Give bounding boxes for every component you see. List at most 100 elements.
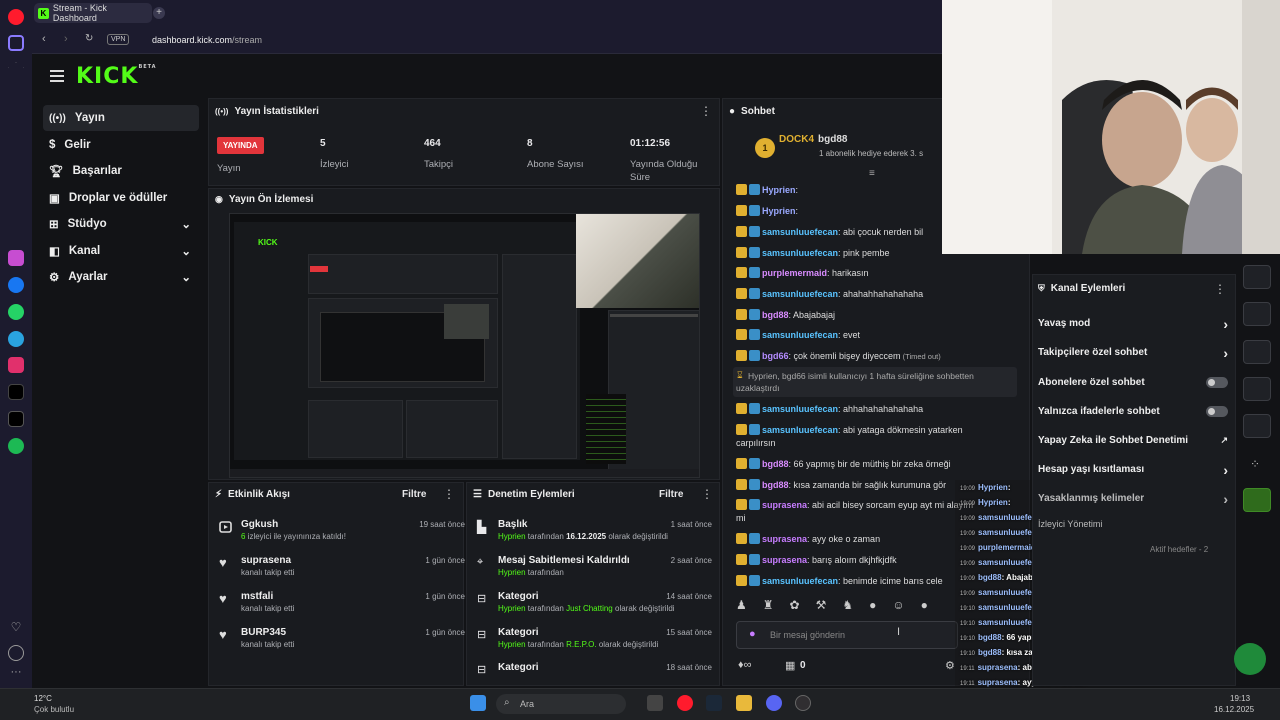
windows-start-icon[interactable] (470, 695, 486, 711)
chat-message[interactable]: suprasena: ayy oke o zaman (736, 533, 976, 546)
heart-icon[interactable]: ♡ (8, 620, 24, 636)
sidebar-item-studyo[interactable]: ⊞ Stüdyo ⌄ (43, 211, 199, 237)
chat-message[interactable]: bgd88: 66 yapmış bir de müthiş bir zeka … (736, 458, 976, 471)
collapse-icon[interactable]: ≡ (869, 168, 875, 179)
emotes-only-toggle[interactable] (1206, 406, 1228, 417)
wrench-icon[interactable] (1243, 414, 1271, 438)
subscribers-only-toggle[interactable] (1206, 377, 1228, 388)
tiktok-icon[interactable] (8, 384, 24, 400)
url-field[interactable]: dashboard.kick.com/stream (152, 35, 262, 45)
sidebar-item-ayarlar[interactable]: ⚙︎ Ayarlar ⌄ (43, 264, 199, 290)
chat-username[interactable]: samsunluuefecan (762, 576, 838, 586)
chat-username[interactable]: bgd88 (762, 310, 789, 320)
chat-username[interactable]: samsunluuefecan (762, 248, 838, 258)
opera-logo-icon[interactable] (8, 9, 24, 25)
chat-username[interactable]: bgd88 (762, 480, 789, 490)
chat-message[interactable]: bgd88: kısa zamanda bir sağlık kurumuna … (736, 479, 976, 492)
slow-mode-row[interactable]: Yavaş mod › (1038, 316, 1228, 332)
integrations-icon[interactable]: ⁘ (1250, 457, 1260, 471)
chat-username[interactable]: suprasena (762, 500, 807, 510)
new-tab-button[interactable]: + (153, 7, 165, 19)
chat-input[interactable]: ● Bir mesaj gönderin I (736, 621, 958, 649)
pinned-user[interactable]: bgd88 (818, 134, 847, 145)
browser-tab[interactable]: K Stream - Kick Dashboard (34, 3, 152, 23)
chat-message[interactable]: samsunluuefecan: abi yataga dökmesin yat… (736, 424, 976, 437)
menu-icon[interactable] (50, 70, 64, 82)
emote-bar[interactable]: ♟♜✿⚒♞●☺● (736, 598, 956, 616)
sidebar-item-droplar[interactable]: ▣ Droplar ve ödüller (43, 185, 199, 211)
whatsapp-icon[interactable] (8, 304, 24, 320)
files-icon[interactable] (736, 695, 752, 711)
steam-icon[interactable] (706, 695, 722, 711)
task-view-icon[interactable] (647, 695, 663, 711)
chat-message[interactable]: Hyprien: (736, 205, 976, 218)
chat-username[interactable]: samsunluuefecan (762, 227, 838, 237)
aria-icon[interactable] (8, 250, 24, 266)
chat-message[interactable]: suprasena: abi acil bisey sorcam eyup ay… (736, 499, 976, 512)
chat-message[interactable]: Hyprien: (736, 184, 976, 197)
banned-words-row[interactable]: Yasaklanmış kelimeler › (1038, 491, 1228, 507)
broadcast-toggle-icon[interactable] (1243, 340, 1271, 364)
pinned-user[interactable]: DOCK4 (779, 134, 814, 145)
chat-username[interactable]: bgd88 (762, 459, 789, 469)
kebab-menu-icon[interactable]: ⋮ (701, 487, 713, 501)
clock-time[interactable]: 19:13 (1230, 694, 1250, 703)
more-icon[interactable]: ··· (8, 666, 24, 682)
clock-date[interactable]: 16.12.2025 (1214, 705, 1254, 714)
chat-username[interactable]: samsunluuefecan (762, 289, 838, 299)
store-icon[interactable]: ▦ (785, 659, 795, 672)
chat-username[interactable]: bgd66 (762, 351, 789, 361)
layout-icon[interactable] (1243, 377, 1271, 401)
chat-message[interactable]: samsunluuefecan: abi çocuk nerden bil (736, 226, 976, 239)
sidebar-item-basarilar[interactable]: 🏆︎ Başarılar (43, 158, 199, 184)
taskbar-search[interactable]: ⌕ Ara (496, 694, 626, 714)
home-icon[interactable] (8, 35, 24, 51)
chat-settings-icon[interactable]: ⚙︎ (945, 659, 955, 672)
bookmark-star-icon[interactable] (8, 62, 24, 77)
weather-temp[interactable]: 12°C (34, 694, 52, 703)
chat-username[interactable]: Hyprien (762, 206, 796, 216)
chat-message[interactable]: carpılırsın (736, 437, 976, 450)
ai-moderation-row[interactable]: Yapay Zeka ile Sohbet Denetimi ↗ (1038, 435, 1228, 446)
chat-username[interactable]: samsunluuefecan (762, 404, 838, 414)
stream-preview-video[interactable]: KICK (229, 213, 700, 478)
chat-message[interactable]: samsunluuefecan: benimde icime barıs cel… (736, 575, 976, 588)
back-icon[interactable]: ‹ (42, 33, 46, 45)
telegram-icon[interactable] (8, 331, 24, 347)
vpn-badge[interactable]: VPN (107, 34, 130, 45)
chat-username[interactable]: suprasena (762, 534, 807, 544)
kebab-menu-icon[interactable]: ⋮ (1214, 282, 1226, 296)
chat-username[interactable]: samsunluuefecan (762, 425, 838, 435)
chat-message[interactable]: samsunluuefecan: ahahahhahahahaha (736, 288, 976, 301)
kebab-menu-icon[interactable]: ⋮ (700, 104, 712, 118)
kick-app-icon[interactable] (1243, 488, 1271, 512)
spotify-icon[interactable] (8, 438, 24, 454)
chat-message[interactable]: samsunluuefecan: evet (736, 329, 976, 342)
chat-username[interactable]: suprasena (762, 555, 807, 565)
activity-filter-button[interactable]: Filtre (402, 489, 426, 500)
history-icon[interactable] (8, 645, 24, 661)
sidebar-item-yayin[interactable]: ((•)) Yayın (43, 105, 199, 131)
followers-only-row[interactable]: Takipçilere özel sohbet › (1038, 345, 1228, 361)
chat-message[interactable]: suprasena: barış aloım dkjhfkjdfk (736, 554, 976, 567)
obs-icon[interactable] (795, 695, 811, 711)
opera-taskbar-icon[interactable] (677, 695, 693, 711)
chat-icon[interactable] (1243, 302, 1271, 326)
account-age-row[interactable]: Hesap yaşı kısıtlaması › (1038, 462, 1228, 478)
chat-username[interactable]: samsunluuefecan (762, 330, 838, 340)
chat-username[interactable]: purplemermaid (762, 268, 827, 278)
chat-message[interactable]: mi (736, 512, 976, 525)
chat-message[interactable]: samsunluuefecan: ahhahahahahahaha (736, 403, 976, 416)
sidebar-item-kanal[interactable]: ◧ Kanal ⌄ (43, 238, 199, 264)
kebab-menu-icon[interactable]: ⋮ (443, 487, 455, 501)
instagram-icon[interactable] (8, 357, 24, 373)
x-icon[interactable] (8, 411, 24, 427)
reload-icon[interactable]: ↻ (85, 33, 93, 44)
chat-message[interactable]: bgd88: Abajabajaj (736, 309, 976, 322)
chat-message[interactable]: purplemermaid: harikasın (736, 267, 976, 280)
messenger-icon[interactable] (8, 277, 24, 293)
notes-icon[interactable] (1243, 265, 1271, 289)
chat-message[interactable]: samsunluuefecan: pink pembe (736, 247, 976, 260)
sidebar-item-gelir[interactable]: $ Gelir (43, 132, 199, 158)
kick-logo[interactable]: KICKBETA (76, 64, 157, 89)
